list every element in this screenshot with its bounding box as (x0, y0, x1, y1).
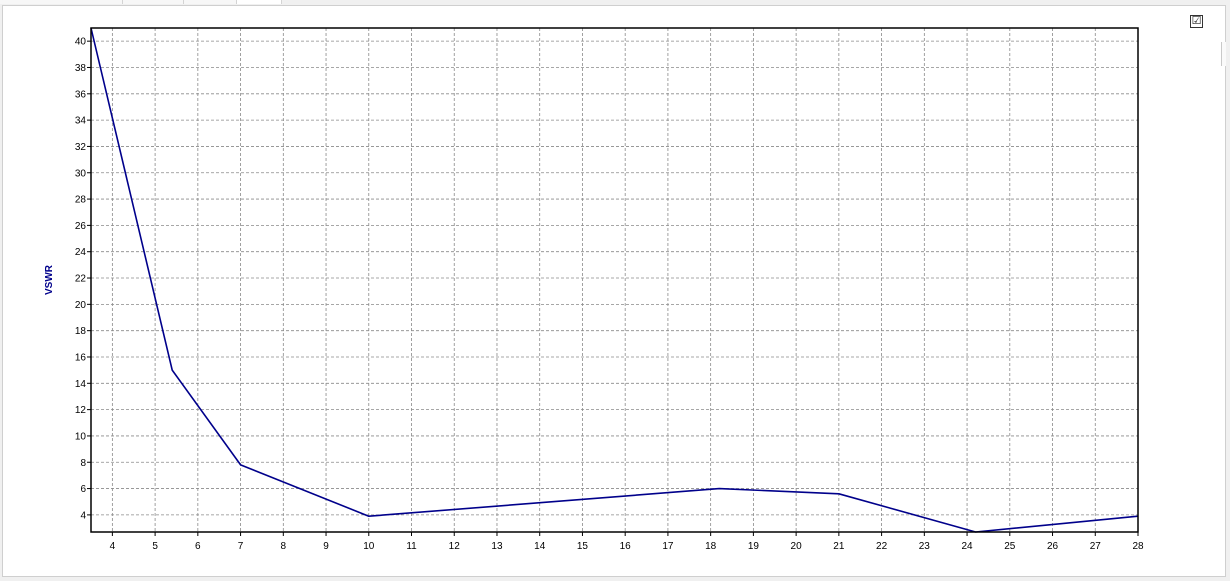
x-tick-label-10: 10 (363, 541, 375, 552)
x-tick-label-4: 4 (110, 541, 116, 552)
x-tick-label-8: 8 (281, 541, 287, 552)
x-tick-label-19: 19 (748, 541, 760, 552)
y-tick-label-32: 32 (75, 142, 87, 153)
x-tick-label-22: 22 (876, 541, 888, 552)
x-tick-label-7: 7 (238, 541, 244, 552)
y-tick-label-36: 36 (75, 89, 87, 100)
y-tick-label-34: 34 (75, 116, 87, 127)
grid-layer (91, 28, 1139, 532)
x-tick-label-26: 26 (1047, 541, 1059, 552)
y-tick-label-8: 8 (80, 458, 86, 469)
x-tick-label-23: 23 (919, 541, 931, 552)
x-tick-label-21: 21 (833, 541, 845, 552)
x-tick-label-12: 12 (449, 541, 461, 552)
x-tick-label-14: 14 (534, 541, 546, 552)
y-tick-label-24: 24 (75, 247, 87, 258)
x-tick-label-18: 18 (705, 541, 717, 552)
x-tick-label-24: 24 (961, 541, 973, 552)
x-tick-label-13: 13 (491, 541, 503, 552)
y-tick-label-30: 30 (75, 168, 87, 179)
y-tick-label-6: 6 (80, 484, 86, 495)
vswr-chart: 4 5 6 7 8 9 10 11 12 13 14 15 16 17 18 19 20 21 22 23 24 25 26… (44, 27, 1144, 552)
y-tick-label-14: 14 (75, 379, 87, 390)
x-tick-label-9: 9 (323, 541, 329, 552)
x-tick-label-5: 5 (152, 541, 158, 552)
x-tick-label-15: 15 (577, 541, 589, 552)
plot-frame (90, 27, 1139, 533)
y-tick-label-40: 40 (75, 37, 87, 48)
y-tick-label-12: 12 (75, 405, 87, 416)
y-tick-label-4: 4 (80, 510, 86, 521)
x-tick-label-16: 16 (620, 541, 632, 552)
y-tick-label-20: 20 (75, 300, 87, 311)
y-tick-label-28: 28 (75, 195, 87, 206)
series-line-0 (90, 27, 1139, 533)
x-tick-label-28: 28 (1132, 541, 1144, 552)
y-tick-label-18: 18 (75, 326, 87, 337)
y-tick-label-16: 16 (75, 352, 87, 363)
x-tick-label-17: 17 (662, 541, 674, 552)
y-tick-label-22: 22 (75, 274, 87, 285)
y-tick-label-38: 38 (75, 63, 87, 74)
x-tick-label-27: 27 (1090, 541, 1102, 552)
ticks-layer: 4 5 6 7 8 9 10 11 12 13 14 15 16 17 18 19 20 21 22 23 24 25 26… (75, 37, 1144, 552)
y-tick-label-10: 10 (75, 431, 87, 442)
y-tick-label-26: 26 (75, 221, 87, 232)
x-tick-label-25: 25 (1004, 541, 1016, 552)
series-layer (90, 27, 1139, 533)
x-tick-label-20: 20 (791, 541, 803, 552)
x-tick-label-6: 6 (195, 541, 201, 552)
y-axis-title: VSWR (44, 264, 55, 295)
x-tick-label-11: 11 (406, 541, 417, 552)
